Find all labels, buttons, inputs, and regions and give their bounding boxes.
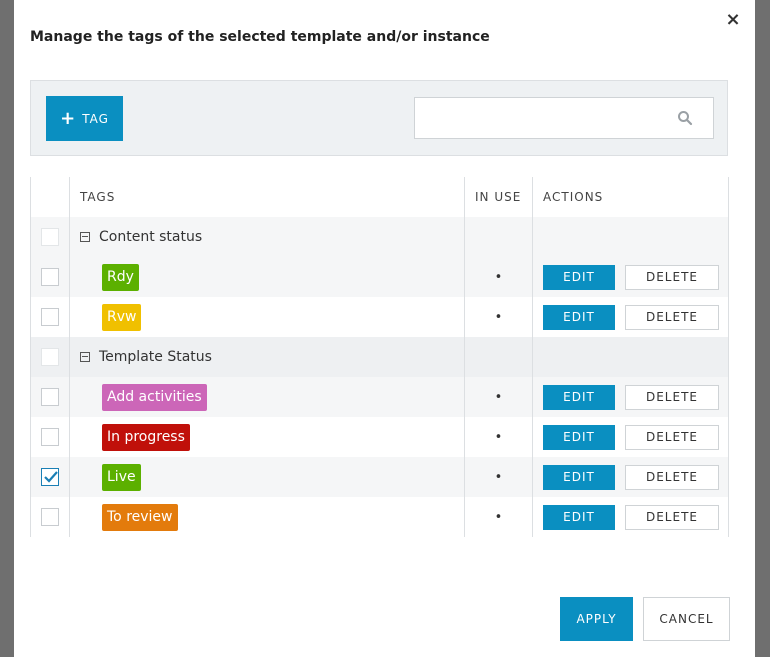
tag-cell: Rvw xyxy=(69,297,465,337)
select-cell xyxy=(30,337,70,377)
in-use-indicator: • xyxy=(464,377,533,417)
select-cell xyxy=(30,217,70,257)
tag-chip: To review xyxy=(102,503,178,531)
dialog-title: Manage the tags of the selected template… xyxy=(30,29,490,45)
search-box xyxy=(414,97,714,139)
in-use-indicator: • xyxy=(464,297,533,337)
cancel-button[interactable]: CANCEL xyxy=(643,597,730,641)
actions-cell: EDIT DELETE xyxy=(532,377,729,417)
delete-button[interactable]: DELETE xyxy=(625,424,719,450)
manage-tags-dialog: × Manage the tags of the selected templa… xyxy=(14,0,755,657)
edit-button[interactable]: EDIT xyxy=(543,384,615,410)
actions-cell: EDIT DELETE xyxy=(532,497,729,537)
tag-row: Add activities • EDIT DELETE xyxy=(30,377,729,417)
collapse-icon[interactable] xyxy=(80,352,90,362)
row-checkbox[interactable] xyxy=(41,308,59,326)
delete-button[interactable]: DELETE xyxy=(625,384,719,410)
group-row: Template Status xyxy=(30,337,729,377)
tag-row: To review • EDIT DELETE xyxy=(30,497,729,537)
group-checkbox[interactable] xyxy=(41,228,59,246)
tag-row: Rvw • EDIT DELETE xyxy=(30,297,729,337)
select-cell xyxy=(30,457,70,497)
tag-row: Live • EDIT DELETE xyxy=(30,457,729,497)
edit-button[interactable]: EDIT xyxy=(543,264,615,290)
group-cell: Template Status xyxy=(69,337,465,377)
edit-button[interactable]: EDIT xyxy=(543,504,615,530)
tag-row: Rdy • EDIT DELETE xyxy=(30,257,729,297)
tag-row: In progress • EDIT DELETE xyxy=(30,417,729,457)
select-cell xyxy=(30,257,70,297)
search-input[interactable] xyxy=(423,98,667,138)
group-checkbox[interactable] xyxy=(41,348,59,366)
select-cell xyxy=(30,297,70,337)
toolbar: + TAG xyxy=(30,80,728,156)
edit-button[interactable]: EDIT xyxy=(543,304,615,330)
group-row: Content status xyxy=(30,217,729,257)
tag-cell: In progress xyxy=(69,417,465,457)
search-icon[interactable] xyxy=(677,110,693,126)
tag-chip: In progress xyxy=(102,423,190,451)
row-checkbox[interactable] xyxy=(41,268,59,286)
delete-button[interactable]: DELETE xyxy=(625,304,719,330)
in-use-cell xyxy=(464,217,533,257)
header-actions: ACTIONS xyxy=(532,177,729,217)
tag-chip: Rvw xyxy=(102,303,142,331)
actions-cell xyxy=(532,337,729,377)
header-tags[interactable]: TAGS xyxy=(69,177,465,217)
add-tag-button[interactable]: + TAG xyxy=(46,96,123,141)
group-cell: Content status xyxy=(69,217,465,257)
actions-cell: EDIT DELETE xyxy=(532,297,729,337)
actions-cell: EDIT DELETE xyxy=(532,257,729,297)
tag-cell: Rdy xyxy=(69,257,465,297)
tag-cell: Live xyxy=(69,457,465,497)
in-use-indicator: • xyxy=(464,257,533,297)
actions-cell: EDIT DELETE xyxy=(532,417,729,457)
header-select xyxy=(30,177,70,217)
tags-table-body: Content status Rdy • EDIT DELETE Rvw • EDIT DELE… xyxy=(30,217,729,537)
select-cell xyxy=(30,417,70,457)
check-icon xyxy=(44,471,58,483)
tag-chip: Rdy xyxy=(102,263,139,291)
group-label: Template Status xyxy=(99,349,212,365)
in-use-indicator: • xyxy=(464,457,533,497)
row-checkbox[interactable] xyxy=(41,468,59,486)
tag-chip: Live xyxy=(102,463,141,491)
delete-button[interactable]: DELETE xyxy=(625,504,719,530)
delete-button[interactable]: DELETE xyxy=(625,464,719,490)
in-use-indicator: • xyxy=(464,417,533,457)
actions-cell xyxy=(532,217,729,257)
row-checkbox[interactable] xyxy=(41,388,59,406)
plus-icon: + xyxy=(60,107,77,129)
add-tag-label: TAG xyxy=(82,111,109,126)
edit-button[interactable]: EDIT xyxy=(543,424,615,450)
delete-button[interactable]: DELETE xyxy=(625,264,719,290)
row-checkbox[interactable] xyxy=(41,508,59,526)
row-checkbox[interactable] xyxy=(41,428,59,446)
apply-button[interactable]: APPLY xyxy=(560,597,633,641)
tag-chip: Add activities xyxy=(102,383,207,411)
header-in-use[interactable]: IN USE xyxy=(464,177,533,217)
actions-cell: EDIT DELETE xyxy=(532,457,729,497)
table-header-row: TAGS IN USE ACTIONS xyxy=(30,177,729,217)
in-use-indicator: • xyxy=(464,497,533,537)
group-label: Content status xyxy=(99,229,203,245)
select-cell xyxy=(30,497,70,537)
edit-button[interactable]: EDIT xyxy=(543,464,615,490)
in-use-cell xyxy=(464,337,533,377)
tag-cell: To review xyxy=(69,497,465,537)
tag-cell: Add activities xyxy=(69,377,465,417)
select-cell xyxy=(30,377,70,417)
tags-table: TAGS IN USE ACTIONS Content status Rdy • ED… xyxy=(30,177,729,537)
close-icon[interactable]: × xyxy=(723,10,743,30)
collapse-icon[interactable] xyxy=(80,232,90,242)
